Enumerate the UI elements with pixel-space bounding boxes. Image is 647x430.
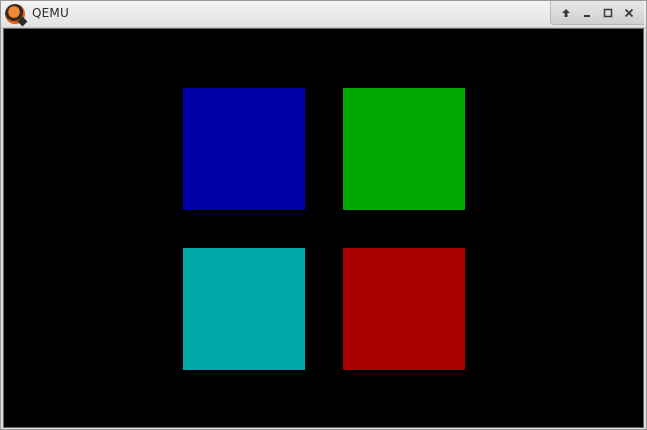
- up-arrow-icon[interactable]: [558, 5, 574, 21]
- green-square: [343, 88, 465, 210]
- emulator-display[interactable]: [3, 28, 644, 428]
- window-title: QEMU: [32, 6, 69, 20]
- qemu-window: QEMU: [0, 0, 647, 430]
- close-icon[interactable]: [621, 5, 637, 21]
- window-controls: [550, 1, 644, 25]
- blue-square: [183, 88, 305, 210]
- title-bar[interactable]: QEMU: [1, 1, 646, 28]
- qemu-logo-icon: [5, 4, 25, 24]
- minimize-icon[interactable]: [579, 5, 595, 21]
- cyan-square: [183, 248, 305, 370]
- maximize-icon[interactable]: [600, 5, 616, 21]
- red-square: [343, 248, 465, 370]
